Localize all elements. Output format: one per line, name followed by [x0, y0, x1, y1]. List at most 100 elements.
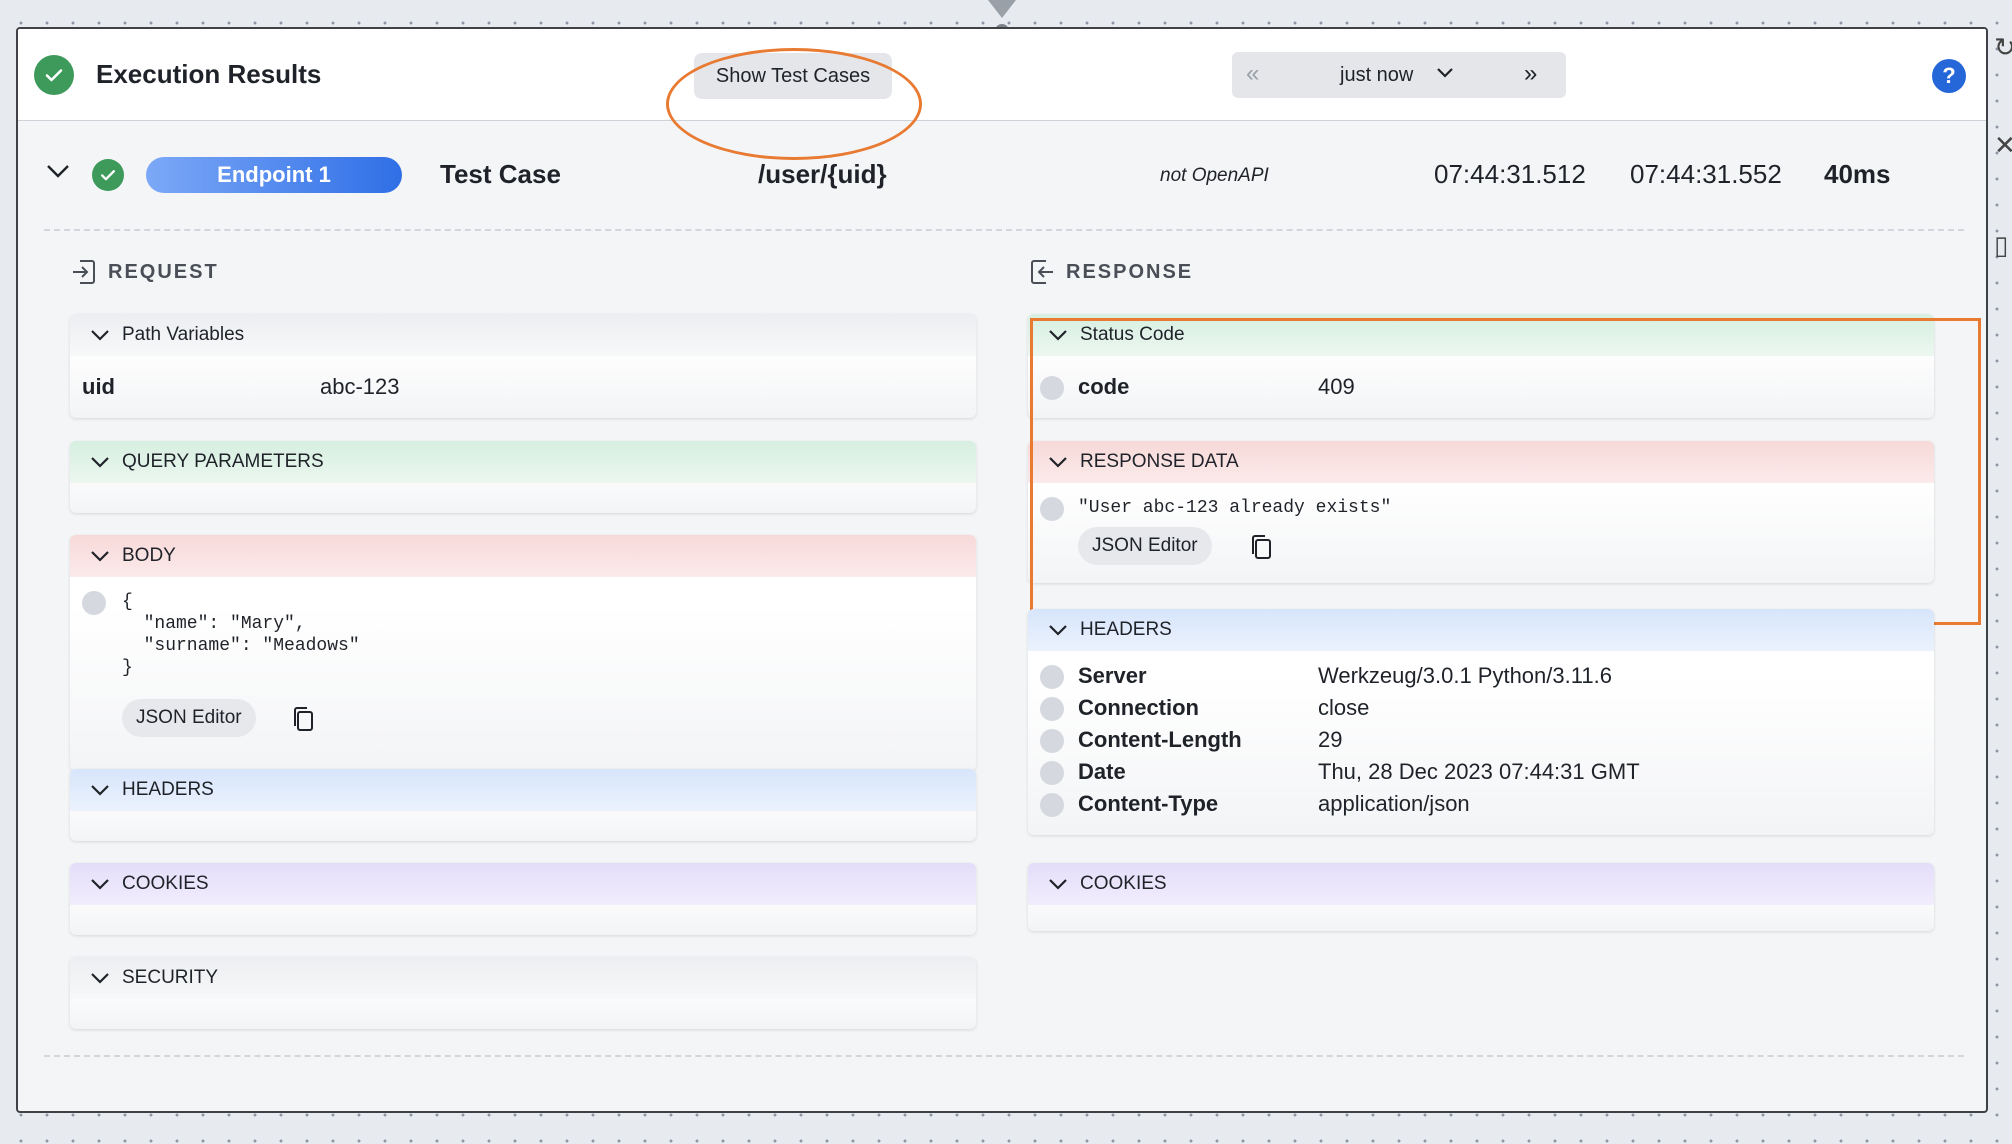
header-key: Server	[1078, 663, 1147, 688]
path-variables-header[interactable]: Path Variables	[70, 314, 976, 356]
close-icon[interactable]: ✕	[1994, 130, 2012, 161]
body-header[interactable]: BODY	[70, 535, 976, 577]
response-data-title: RESPONSE DATA	[1080, 451, 1239, 472]
json-editor-button[interactable]: JSON Editor	[122, 699, 256, 737]
show-test-cases-button[interactable]: Show Test Cases	[694, 53, 892, 99]
chevron-down-icon	[1049, 625, 1067, 636]
chevron-down-icon[interactable]	[46, 163, 70, 179]
duration: 40ms	[1824, 159, 1891, 189]
expand-toggle[interactable]	[1040, 376, 1064, 400]
copy-icon[interactable]	[290, 705, 316, 733]
header-key: Date	[1078, 759, 1126, 784]
request-cookies-header[interactable]: COOKIES	[70, 863, 976, 905]
chevron-down-icon	[91, 879, 109, 890]
response-data-header[interactable]: RESPONSE DATA	[1028, 441, 1934, 483]
canvas-toolbar-fragment: ↻ ✕ ▯	[1992, 30, 2012, 270]
double-chevron-left-icon[interactable]: «	[1246, 60, 1259, 88]
expand-toggle[interactable]	[1040, 497, 1064, 521]
header-key: Content-Length	[1078, 727, 1242, 752]
history-selector[interactable]: just now	[1340, 64, 1413, 87]
response-cookies-title: COOKIES	[1080, 873, 1167, 894]
chevron-down-icon	[1049, 457, 1067, 468]
request-headers-header[interactable]: HEADERS	[70, 769, 976, 811]
expand-toggle[interactable]	[1040, 697, 1064, 721]
response-headers-title: HEADERS	[1080, 619, 1172, 640]
endpoint-badge[interactable]: Endpoint 1	[146, 157, 402, 193]
header-value: application/json	[1318, 791, 1470, 816]
path-variables-title: Path Variables	[122, 324, 245, 345]
response-data-card: RESPONSE DATA "User abc-123 already exis…	[1028, 441, 1934, 583]
page-title: Execution Results	[96, 59, 322, 89]
start-time: 07:44:31.512	[1434, 159, 1586, 189]
request-headers-card: HEADERS	[70, 769, 976, 841]
path-variable-key: uid	[82, 374, 115, 399]
response-cookies-card: COOKIES	[1028, 863, 1934, 931]
success-check-icon	[34, 55, 74, 95]
security-title: SECURITY	[122, 967, 219, 988]
query-parameters-title: QUERY PARAMETERS	[122, 451, 324, 472]
chevron-down-icon[interactable]	[1436, 67, 1454, 79]
divider	[44, 1055, 1964, 1057]
execution-results-panel: Execution Results Show Test Cases « just…	[16, 27, 1988, 1113]
end-time: 07:44:31.552	[1630, 159, 1782, 189]
test-case-label: Test Case	[440, 159, 561, 189]
header-key: Content-Type	[1078, 791, 1219, 816]
chevron-down-icon	[91, 973, 109, 984]
expand-toggle[interactable]	[82, 591, 106, 615]
header-value: Werkzeug/3.0.1 Python/3.11.6	[1318, 663, 1612, 688]
query-parameters-card: QUERY PARAMETERS	[70, 441, 976, 513]
expand-toggle[interactable]	[1040, 729, 1064, 753]
header-value: close	[1318, 695, 1370, 720]
double-chevron-right-icon[interactable]: »	[1524, 60, 1537, 88]
endpoint-path: /user/{uid}	[758, 159, 887, 189]
expand-toggle[interactable]	[1040, 761, 1064, 785]
request-heading-label: REQUEST	[108, 260, 219, 283]
header-value: Thu, 28 Dec 2023 07:44:31 GMT	[1318, 759, 1640, 784]
refresh-icon[interactable]: ↻	[1994, 32, 2012, 63]
status-code-header[interactable]: Status Code	[1028, 314, 1934, 356]
panel-icon[interactable]: ▯	[1994, 230, 2008, 261]
path-variables-card: Path Variables uid abc-123	[70, 314, 976, 418]
chevron-down-icon	[91, 551, 109, 562]
response-headers-card: HEADERS Server Werkzeug/3.0.1 Python/3.1…	[1028, 609, 1934, 835]
expand-toggle[interactable]	[1040, 793, 1064, 817]
endpoint-result-row[interactable]: Endpoint 1 Test Case /user/{uid} not Ope…	[18, 121, 1986, 221]
chevron-down-icon	[91, 785, 109, 796]
login-icon	[73, 260, 95, 284]
status-code-value: 409	[1318, 374, 1355, 399]
request-body-json: { "name": "Mary", "surname": "Meadows" }	[122, 592, 360, 678]
path-variable-value: abc-123	[320, 374, 400, 399]
results-header: Execution Results Show Test Cases « just…	[18, 29, 1986, 160]
query-parameters-header[interactable]: QUERY PARAMETERS	[70, 441, 976, 483]
body-title: BODY	[122, 545, 176, 566]
help-icon[interactable]: ?	[1932, 59, 1966, 93]
divider	[44, 229, 1964, 231]
status-code-card: Status Code code 409	[1028, 314, 1934, 418]
chevron-down-icon	[1049, 330, 1067, 341]
response-cookies-header[interactable]: COOKIES	[1028, 863, 1934, 905]
security-card: SECURITY	[70, 957, 976, 1029]
success-check-icon	[92, 159, 124, 191]
response-heading-label: RESPONSE	[1066, 260, 1194, 283]
history-navigator: « just now »	[1232, 52, 1566, 98]
expand-toggle[interactable]	[1040, 665, 1064, 689]
request-cookies-title: COOKIES	[122, 873, 209, 894]
chevron-down-icon	[1049, 879, 1067, 890]
header-value: 29	[1318, 727, 1343, 752]
request-heading: REQUEST	[70, 257, 219, 287]
body-card: BODY { "name": "Mary", "surname": "Meado…	[70, 535, 976, 771]
request-cookies-card: COOKIES	[70, 863, 976, 935]
request-headers-title: HEADERS	[122, 779, 214, 800]
spec-label: not OpenAPI	[1160, 165, 1269, 186]
copy-icon[interactable]	[1248, 533, 1274, 561]
response-headers-header[interactable]: HEADERS	[1028, 609, 1934, 651]
chevron-down-icon	[91, 330, 109, 341]
response-heading: RESPONSE	[1028, 257, 1193, 287]
logout-icon	[1031, 260, 1053, 284]
chevron-down-icon	[91, 457, 109, 468]
security-header[interactable]: SECURITY	[70, 957, 976, 999]
status-code-key: code	[1078, 374, 1130, 399]
json-editor-button[interactable]: JSON Editor	[1078, 527, 1212, 565]
response-data-json: "User abc-123 already exists"	[1078, 498, 1392, 518]
status-code-title: Status Code	[1080, 324, 1185, 345]
